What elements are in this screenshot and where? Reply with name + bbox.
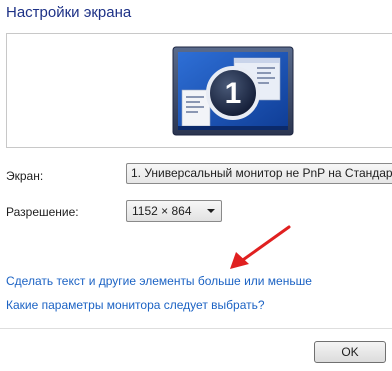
resolution-value: 1152 × 864: [132, 204, 192, 218]
resolution-select[interactable]: 1152 × 864: [126, 200, 222, 222]
page-title: Настройки экрана: [6, 4, 132, 21]
ok-button[interactable]: OK: [314, 341, 386, 363]
monitor-identify-icon[interactable]: 1: [7, 34, 392, 147]
divider: [0, 328, 392, 329]
monitor-preview-panel: 1: [6, 33, 392, 148]
screen-select[interactable]: 1. Универсальный монитор не PnP на Станд…: [126, 163, 392, 184]
monitor-number: 1: [225, 77, 242, 110]
chevron-down-icon: [207, 209, 215, 213]
display-settings-page: Настройки экрана 1 Экран: 1. Универсальн…: [0, 0, 392, 371]
resolution-label: Разрешение:: [6, 205, 79, 219]
screen-label: Экран:: [6, 169, 44, 183]
text-size-link[interactable]: Сделать текст и другие элементы больше и…: [6, 274, 312, 288]
which-settings-link[interactable]: Какие параметры монитора следует выбрать…: [6, 298, 265, 312]
